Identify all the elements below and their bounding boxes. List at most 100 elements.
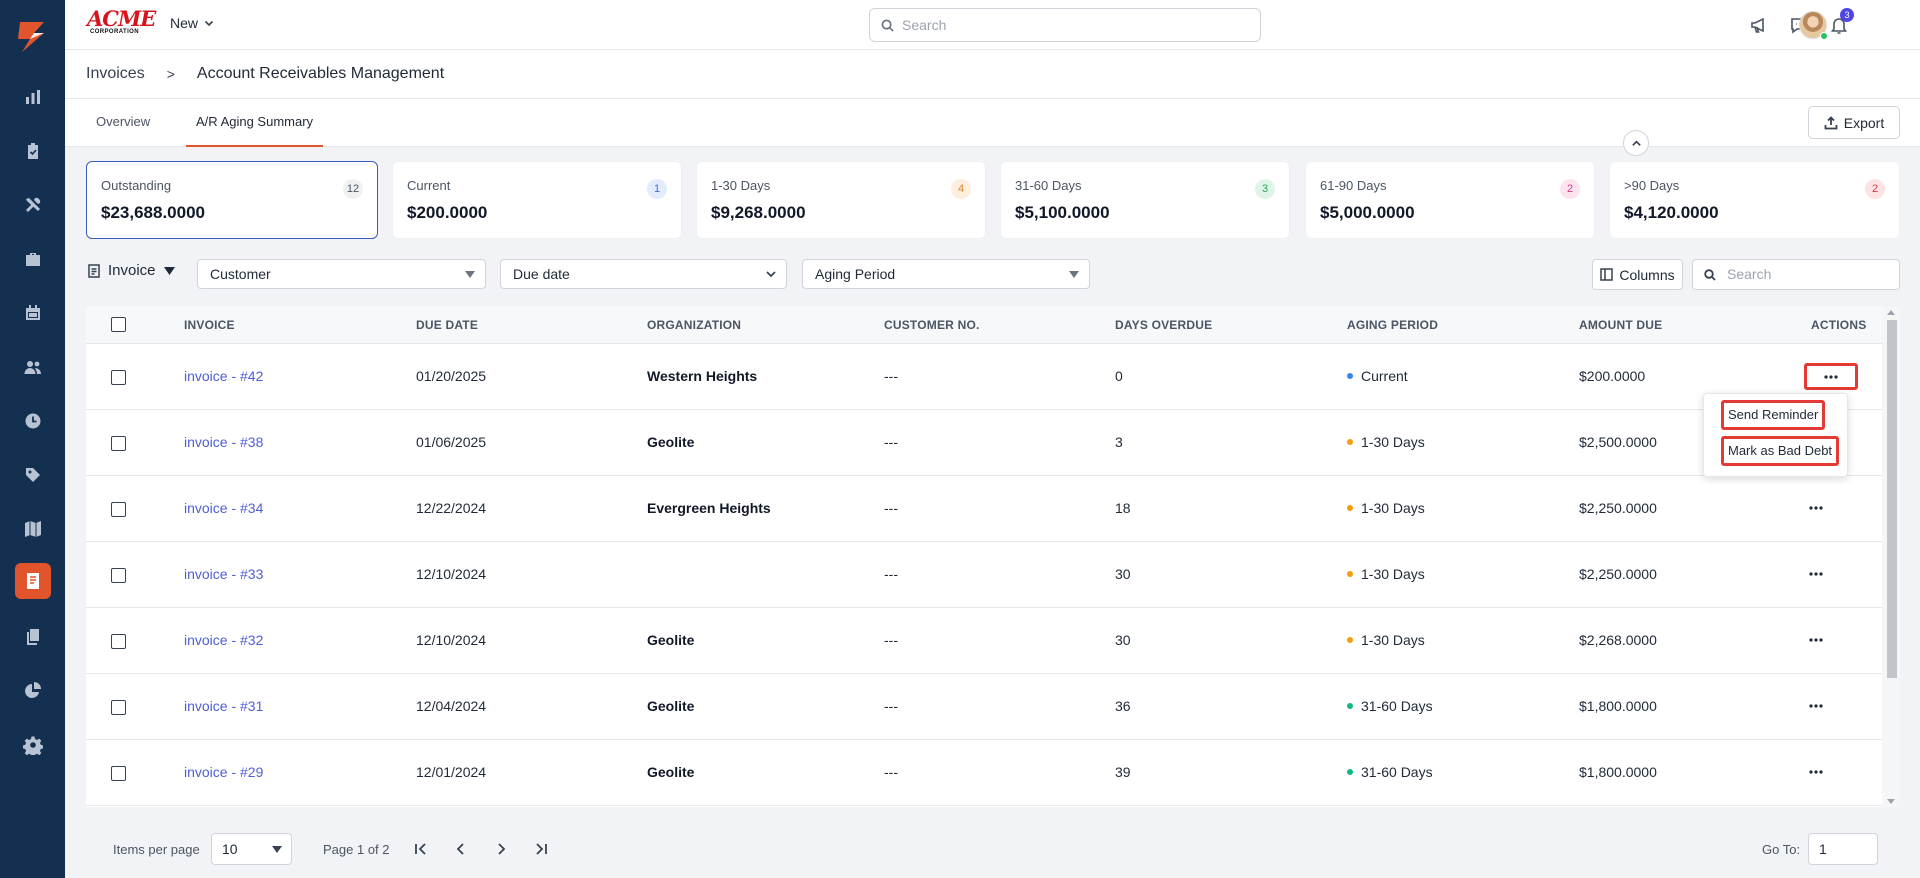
customer-no-cell: --- [884, 500, 898, 516]
row-checkbox[interactable] [111, 766, 126, 781]
table-search-input[interactable]: Search [1692, 259, 1900, 290]
scrollbar-thumb[interactable] [1887, 320, 1897, 678]
sidebar-item-time[interactable] [15, 403, 51, 439]
breadcrumb-invoices-link[interactable]: Invoices [86, 65, 145, 83]
summary-card-outstanding[interactable]: Outstanding $23,688.0000 12 [86, 161, 378, 239]
card-label: 1-30 Days [711, 178, 771, 193]
sidebar-item-documents[interactable] [15, 619, 51, 655]
sidebar-item-pricing[interactable] [15, 457, 51, 493]
summary-card-1-30-days[interactable]: 1-30 Days $9,268.0000 4 [696, 161, 986, 239]
due-date-filter-select[interactable]: Due date [500, 259, 787, 289]
column-header-due-date[interactable]: DUE DATE [416, 318, 478, 332]
announcements-button[interactable] [1747, 13, 1771, 37]
notifications-button[interactable]: 3 [1827, 8, 1854, 37]
sidebar-item-users[interactable] [15, 349, 51, 385]
previous-page-button[interactable] [452, 840, 470, 858]
row-actions-button[interactable] [1801, 630, 1831, 650]
table-row[interactable]: invoice - #38 01/06/2025 Geolite --- 3 1… [86, 410, 1882, 476]
row-checkbox[interactable] [111, 436, 126, 451]
column-header-aging-period[interactable]: AGING PERIOD [1347, 318, 1438, 332]
notification-count-badge: 3 [1840, 8, 1854, 22]
invoice-link[interactable]: invoice - #33 [184, 566, 263, 582]
row-checkbox[interactable] [111, 502, 126, 517]
row-actions-button[interactable] [1801, 564, 1831, 584]
column-header-amount-due[interactable]: AMOUNT DUE [1579, 318, 1662, 332]
scroll-down-arrow-icon[interactable] [1887, 799, 1895, 804]
next-page-button[interactable] [492, 840, 510, 858]
tab-overview[interactable]: Overview [86, 99, 160, 147]
summary-card-over-90-days[interactable]: >90 Days $4,120.0000 2 [1609, 161, 1900, 239]
customer-filter-select[interactable]: Customer [197, 259, 486, 289]
new-dropdown-button[interactable]: New [170, 15, 214, 31]
invoice-link[interactable]: invoice - #38 [184, 434, 263, 450]
summary-card-31-60-days[interactable]: 31-60 Days $5,100.0000 3 [1000, 161, 1290, 239]
collapse-summary-button[interactable] [1623, 130, 1649, 156]
sidebar-item-calendar[interactable] [15, 295, 51, 331]
invoice-link[interactable]: invoice - #29 [184, 764, 263, 780]
app-logo-icon[interactable] [14, 20, 50, 54]
table-scrollbar[interactable] [1882, 306, 1900, 807]
summary-card-61-90-days[interactable]: 61-90 Days $5,000.0000 2 [1305, 161, 1595, 239]
items-per-page-value: 10 [222, 841, 238, 857]
card-value: $9,268.0000 [711, 203, 806, 222]
documents-icon [27, 629, 39, 645]
sidebar-item-tools[interactable] [15, 187, 51, 223]
row-actions-menu: Send Reminder Mark as Bad Debt [1703, 393, 1848, 477]
row-actions-button[interactable] [1801, 498, 1831, 518]
sidebar-item-reports[interactable] [15, 673, 51, 709]
column-header-organization[interactable]: ORGANIZATION [647, 318, 741, 332]
export-button[interactable]: Export [1808, 106, 1900, 139]
row-actions-button[interactable] [1801, 696, 1831, 716]
first-page-button[interactable] [412, 840, 430, 858]
invoice-link[interactable]: invoice - #34 [184, 500, 263, 516]
aging-period-text: 1-30 Days [1361, 632, 1425, 648]
tab-ar-aging-summary[interactable]: A/R Aging Summary [186, 99, 324, 147]
global-search-input[interactable]: Search [869, 8, 1261, 42]
send-reminder-menu-item[interactable]: Send Reminder [1721, 400, 1826, 430]
sidebar-item-tasks[interactable] [15, 133, 51, 169]
status-dot [1347, 571, 1353, 577]
card-label: 31-60 Days [1015, 178, 1082, 193]
last-page-icon [536, 843, 547, 855]
row-checkbox[interactable] [111, 700, 126, 715]
table-row[interactable]: invoice - #42 01/20/2025 Western Heights… [86, 344, 1882, 410]
brand-logo[interactable]: ACME CORPORATION [87, 8, 156, 39]
summary-card-current[interactable]: Current $200.0000 1 [392, 161, 682, 239]
column-header-days-overdue[interactable]: DAYS OVERDUE [1115, 318, 1212, 332]
row-checkbox[interactable] [111, 370, 126, 385]
table-row[interactable]: invoice - #29 12/01/2024 Geolite --- 39 … [86, 740, 1882, 806]
row-checkbox[interactable] [111, 568, 126, 583]
more-horizontal-icon [1809, 638, 1823, 642]
record-type-dropdown[interactable]: Invoice [88, 262, 175, 279]
aging-period-text: 1-30 Days [1361, 566, 1425, 582]
column-header-customer-no[interactable]: CUSTOMER NO. [884, 318, 980, 332]
organization-cell: Evergreen Heights [647, 500, 771, 516]
mark-as-bad-debt-menu-item[interactable]: Mark as Bad Debt [1721, 436, 1840, 466]
sidebar-item-map[interactable] [15, 511, 51, 547]
table-row[interactable]: invoice - #33 12/10/2024 --- 30 1-30 Day… [86, 542, 1882, 608]
table-row[interactable]: invoice - #34 12/22/2024 Evergreen Heigh… [86, 476, 1882, 542]
table-row[interactable]: invoice - #32 12/10/2024 Geolite --- 30 … [86, 608, 1882, 674]
goto-page-input[interactable]: 1 [1808, 833, 1878, 865]
aging-period-filter-select[interactable]: Aging Period [802, 259, 1090, 289]
aging-period-filter-value: Aging Period [815, 266, 896, 282]
invoice-link[interactable]: invoice - #42 [184, 368, 263, 384]
invoice-link[interactable]: invoice - #32 [184, 632, 263, 648]
aging-period-text: 31-60 Days [1361, 764, 1433, 780]
row-actions-button[interactable] [1801, 762, 1831, 782]
invoice-link[interactable]: invoice - #31 [184, 698, 263, 714]
table-row[interactable]: invoice - #31 12/04/2024 Geolite --- 36 … [86, 674, 1882, 740]
card-value: $5,000.0000 [1320, 203, 1415, 222]
sidebar-item-invoices[interactable] [15, 563, 51, 599]
sidebar-item-settings[interactable] [15, 727, 51, 763]
sidebar-item-analytics[interactable] [15, 79, 51, 115]
scroll-up-arrow-icon[interactable] [1887, 310, 1895, 315]
row-checkbox[interactable] [111, 634, 126, 649]
sidebar-item-jobs[interactable] [15, 241, 51, 277]
column-header-invoice[interactable]: INVOICE [184, 318, 235, 332]
last-page-button[interactable] [532, 840, 550, 858]
items-per-page-select[interactable]: 10 [211, 833, 292, 865]
select-all-checkbox[interactable] [111, 317, 126, 332]
columns-button[interactable]: Columns [1592, 259, 1683, 290]
row-actions-button[interactable] [1804, 363, 1858, 390]
